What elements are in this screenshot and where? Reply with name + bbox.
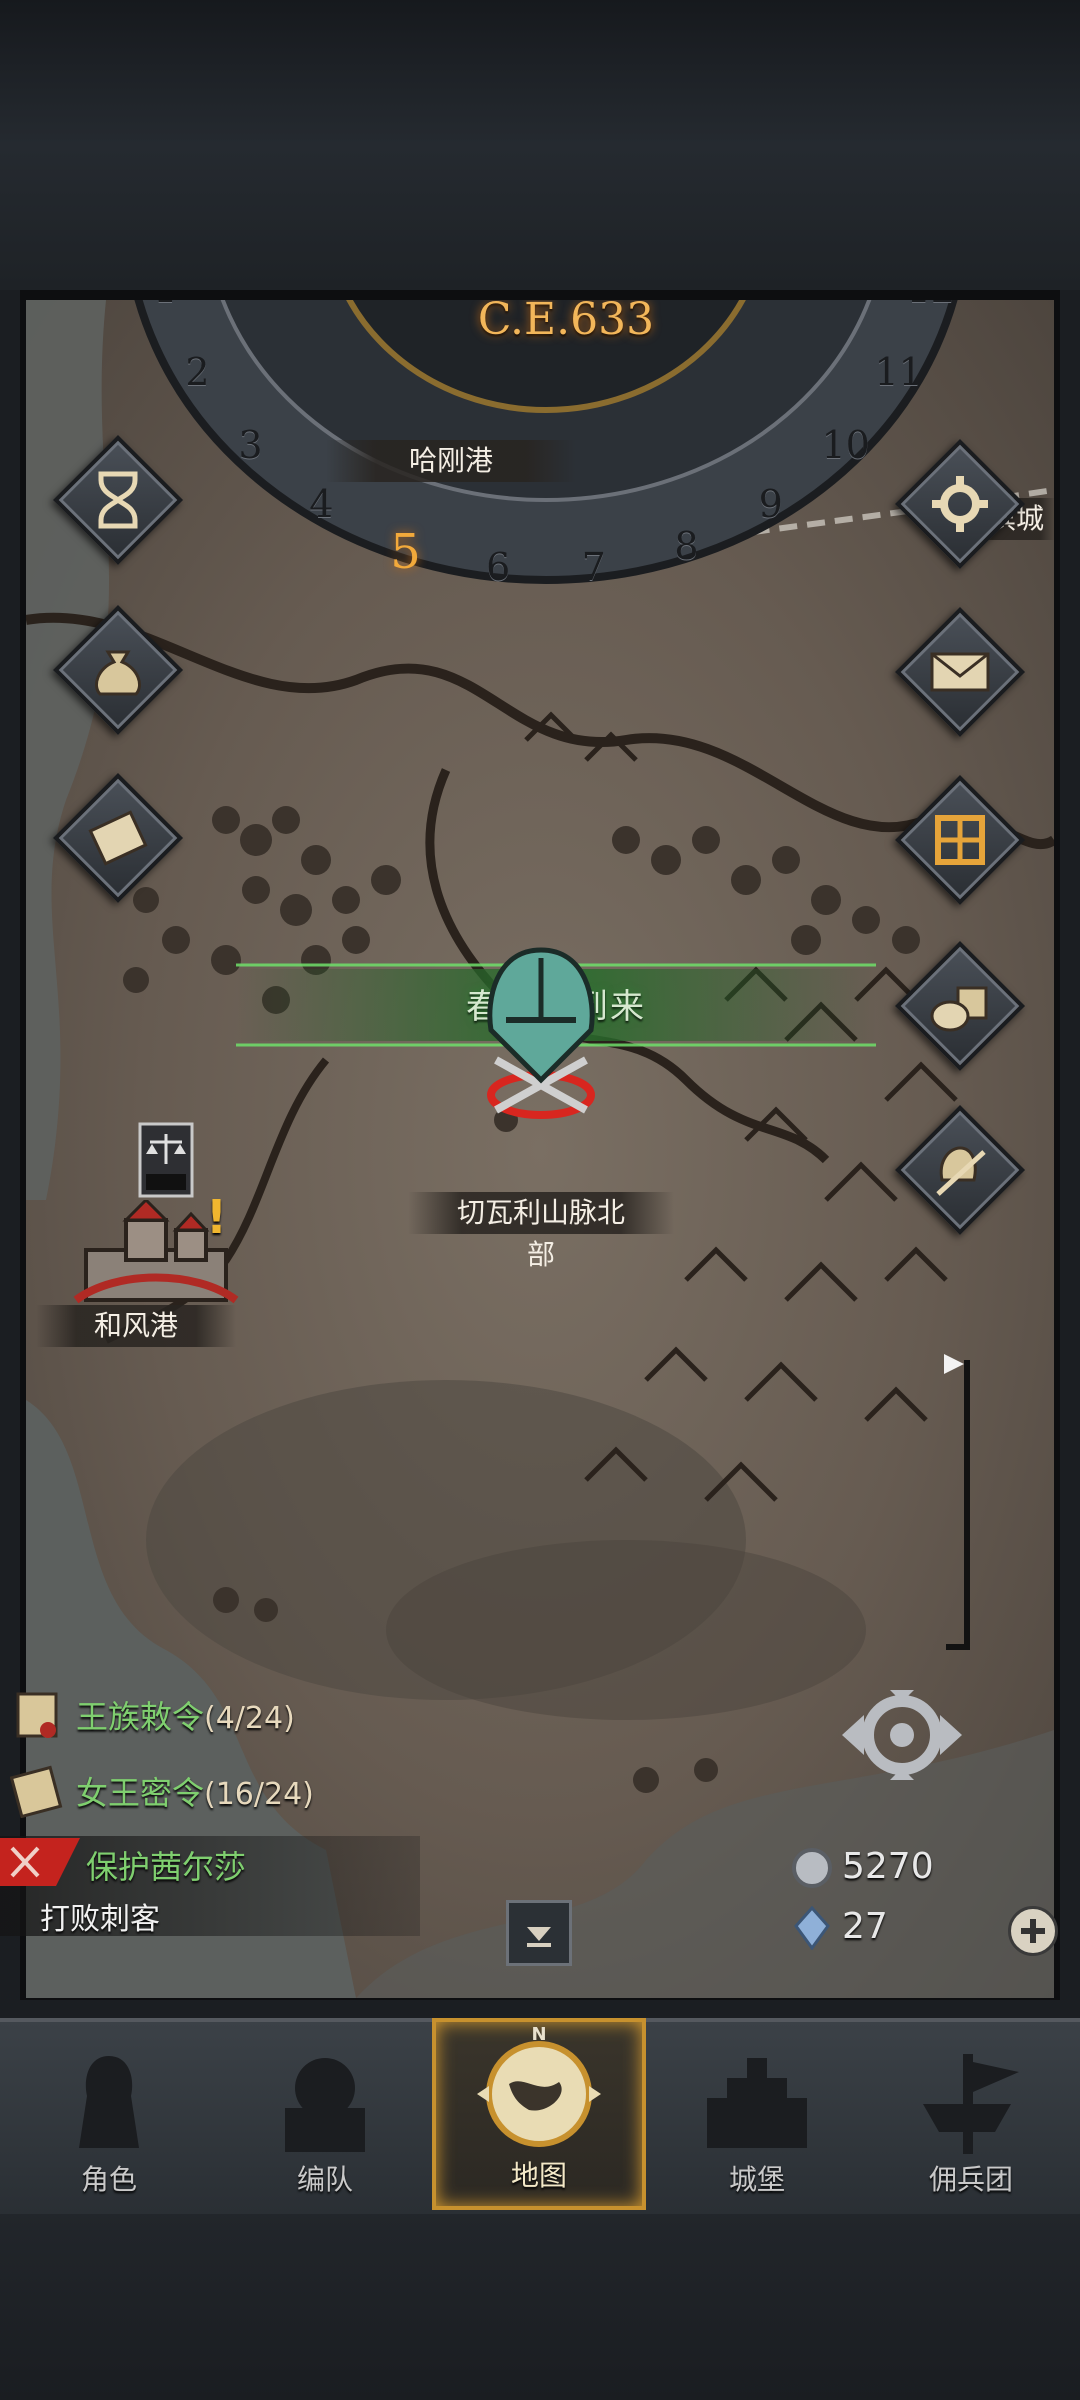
gate-icon xyxy=(935,815,985,865)
crossed-swords-icon xyxy=(0,1838,80,1886)
helmet-sword-icon xyxy=(936,1146,986,1196)
compass-north-label: N xyxy=(531,2024,547,2045)
quest-queen-order-text: 女王密令(16/24) xyxy=(76,1768,314,1814)
zoom-handle[interactable] xyxy=(944,1354,964,1374)
add-crystal-button[interactable] xyxy=(1008,1906,1058,1956)
quest-title: 王族敕令 xyxy=(76,1698,205,1736)
mail-button[interactable] xyxy=(894,606,1026,738)
silver-amount: 5270 xyxy=(842,1846,934,1887)
month-2: 2 xyxy=(185,349,210,394)
settings-button[interactable] xyxy=(894,438,1026,570)
supplies-button[interactable] xyxy=(894,940,1026,1072)
top-bar xyxy=(0,0,1080,290)
quest-progress: (16/24) xyxy=(204,1777,314,1812)
locate-button[interactable] xyxy=(832,1680,972,1790)
collapse-icon xyxy=(527,1927,551,1947)
justice-emblem-icon xyxy=(138,1122,194,1198)
tab-character[interactable]: 角色 xyxy=(2,2018,216,2210)
month-10: 10 xyxy=(821,422,870,467)
month-4: 4 xyxy=(309,482,334,527)
collapse-panel-button[interactable] xyxy=(506,1900,572,1966)
month-8: 8 xyxy=(674,523,699,568)
quest-royal-decree-text: 王族敕令(4/24) xyxy=(76,1692,295,1738)
zoom-slider[interactable] xyxy=(938,1354,978,1650)
mission-title: 保护茜尔莎 xyxy=(86,1848,247,1886)
castle-icon xyxy=(707,2058,807,2148)
knight-icon xyxy=(79,2056,139,2148)
quest-progress: (4/24) xyxy=(204,1701,295,1736)
bottom-nav-background xyxy=(0,2210,1080,2400)
era-label: C.E.633 xyxy=(477,300,655,345)
month-3: 3 xyxy=(238,422,263,467)
month-11: 11 xyxy=(874,349,923,394)
quest-title: 女王密令 xyxy=(76,1774,205,1812)
scroll-seal-icon xyxy=(16,1692,58,1738)
tab-map[interactable]: N 地图 xyxy=(432,2018,646,2210)
mission-objective: 打败刺客 xyxy=(40,1902,160,1937)
plus-icon xyxy=(1021,1919,1045,1943)
month-9: 9 xyxy=(758,482,783,527)
player-marker-icon[interactable] xyxy=(466,940,616,1120)
mercenary-banner-icon xyxy=(923,2054,1019,2154)
crystal-amount: 27 xyxy=(842,1906,888,1947)
compass-map-icon xyxy=(477,2041,601,2147)
scroll-feather-icon xyxy=(10,1765,63,1818)
coin-bag-icon xyxy=(95,650,141,696)
scroll-button[interactable] xyxy=(52,772,184,904)
month-5: 5 xyxy=(390,523,421,580)
bag-button[interactable] xyxy=(52,604,184,736)
town-label-hefeng-port[interactable]: 和风港 xyxy=(36,1305,236,1347)
month-12: 12 xyxy=(907,300,955,311)
mail-icon xyxy=(930,652,990,692)
quest-queen-order[interactable]: 女王密令(16/24) xyxy=(10,1762,390,1818)
quest-royal-decree[interactable]: 王族敕令(4/24) xyxy=(10,1686,370,1740)
hourglass-icon xyxy=(98,471,138,529)
scroll-icon xyxy=(88,810,148,866)
tab-mercenary[interactable]: 佣兵团 xyxy=(864,2018,1078,2210)
crystal-icon xyxy=(794,1906,830,1950)
town-label-north-port[interactable]: 哈刚港 xyxy=(326,440,576,482)
gear-icon xyxy=(932,476,988,532)
alert-icon: ! xyxy=(206,1190,227,1244)
tab-label: 角色 xyxy=(80,2163,137,2196)
location-label-player[interactable]: 切瓦利山脉北部 xyxy=(408,1192,674,1271)
tab-squad[interactable]: 编队 xyxy=(218,2018,432,2210)
squad-icon xyxy=(285,2058,365,2152)
tab-label: 地图 xyxy=(510,2159,567,2192)
month-1: 1 xyxy=(145,300,185,311)
month-6: 6 xyxy=(486,545,511,590)
tab-label: 编队 xyxy=(296,2163,353,2196)
supplies-icon xyxy=(930,986,988,1032)
battle-button[interactable] xyxy=(894,1104,1026,1236)
tab-castle[interactable]: 城堡 xyxy=(650,2018,864,2210)
hourglass-button[interactable] xyxy=(52,434,184,566)
active-mission[interactable]: 保护茜尔莎 打败刺客 xyxy=(0,1836,420,1937)
month-7: 7 xyxy=(581,545,606,590)
hefeng-port[interactable]: ! xyxy=(56,1120,256,1320)
gate-button[interactable] xyxy=(894,774,1026,906)
tab-label: 佣兵团 xyxy=(928,2163,1013,2196)
silver-coin-icon xyxy=(792,1848,832,1888)
tab-label: 城堡 xyxy=(728,2163,785,2196)
